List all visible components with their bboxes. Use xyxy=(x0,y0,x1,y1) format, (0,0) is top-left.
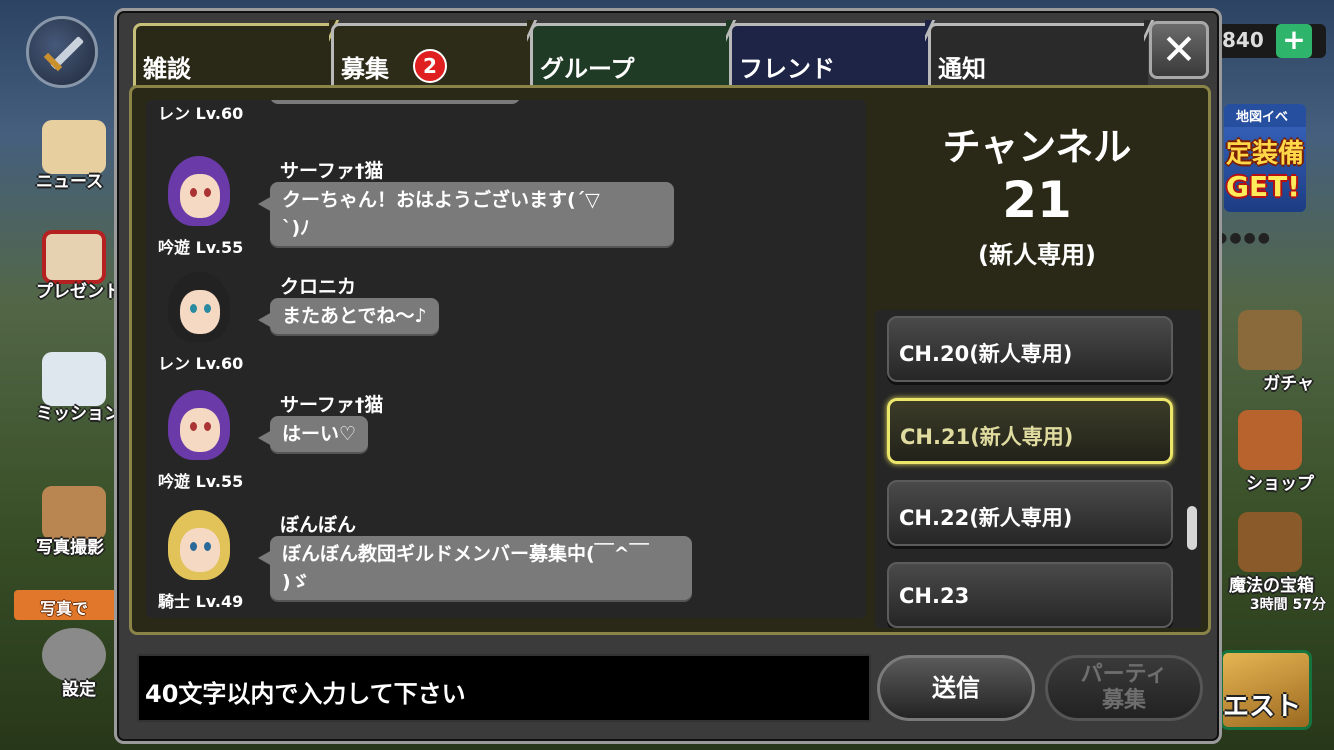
message-input[interactable]: 40文字以内で入力して下さい xyxy=(137,654,871,722)
photo-strip[interactable]: 写真で xyxy=(14,590,118,620)
party-label-line2: 募集 xyxy=(1101,688,1146,713)
tab-chat-label: 雑談 xyxy=(143,55,191,83)
add-coins-button[interactable]: + xyxy=(1276,24,1312,58)
user-class-level: 吟遊 Lv.55 xyxy=(158,238,244,257)
settings-button[interactable]: 設定 xyxy=(36,628,116,700)
chat-log[interactable]: レン Lv.60 吟遊 Lv.55 サーファ†猫 クーちゃん！おはようございます… xyxy=(146,100,866,618)
event-banner[interactable]: 地図イベ 定装備 GET! xyxy=(1224,104,1306,212)
sword-icon[interactable] xyxy=(26,16,98,88)
message-text-line1: ぼんぼん教団ギルドメンバー募集中(￣^￣ xyxy=(282,543,649,565)
tab-recruit-label: 募集 xyxy=(341,55,389,83)
message-bubble: クーちゃん！おはようございます(´▽ `)ﾉ xyxy=(258,182,674,246)
channel-list[interactable]: CH.20(新人専用) CH.21(新人専用) CH.22(新人専用) CH.2… xyxy=(875,310,1201,628)
message-bubble: またあとでね〜♪ xyxy=(258,298,439,334)
message-text-line1: はーい♡ xyxy=(282,423,357,445)
chat-dialog: 雑談 募集 2 グループ フレンド 通知 ✕ レン Lv.60 吟遊 Lv.55 … xyxy=(114,8,1222,744)
user-avatar[interactable] xyxy=(168,510,230,580)
close-icon[interactable]: ✕ xyxy=(1149,21,1209,79)
coin-value: 840 xyxy=(1222,28,1264,52)
chest-icon xyxy=(1238,512,1302,572)
gift-icon xyxy=(42,230,106,284)
message-text-line2: )ゞ xyxy=(282,571,310,593)
quest-button[interactable]: エスト xyxy=(1220,650,1312,730)
present-label: プレゼント xyxy=(36,282,121,302)
tab-notice-label: 通知 xyxy=(938,55,986,83)
tab-notice[interactable]: 通知 xyxy=(928,23,1148,87)
shop-icon xyxy=(1238,410,1302,470)
channel-scrollbar[interactable] xyxy=(1187,506,1197,550)
message-bubble: ぼんぼん教団ギルドメンバー募集中(￣^￣ )ゞ xyxy=(258,536,692,600)
message-input-placeholder: 40文字以内で入力して下さい xyxy=(145,680,466,708)
channel-note: (新人専用) xyxy=(978,241,1096,269)
user-name: ぼんぼん xyxy=(280,514,357,536)
tab-friend[interactable]: フレンド xyxy=(729,23,929,87)
channel-item[interactable]: CH.22(新人専用) xyxy=(887,480,1173,546)
party-label-line1: パーティ xyxy=(1080,662,1168,687)
news-label: ニュース xyxy=(36,172,104,192)
camera-icon xyxy=(42,486,106,540)
tab-group[interactable]: グループ xyxy=(530,23,730,87)
event-mid-text: 定装備 xyxy=(1226,139,1305,169)
chest-button[interactable]: 魔法の宝箱 xyxy=(1224,512,1314,596)
event-get-text: GET! xyxy=(1226,170,1300,203)
chat-panel: レン Lv.60 吟遊 Lv.55 サーファ†猫 クーちゃん！おはようございます… xyxy=(129,85,1211,635)
tab-group-label: グループ xyxy=(540,55,635,83)
tab-recruit[interactable]: 募集 2 xyxy=(331,23,531,87)
quill-icon xyxy=(42,352,106,406)
gacha-icon xyxy=(1238,310,1302,370)
user-avatar[interactable] xyxy=(168,272,230,342)
channel-header: チャンネル 21 (新人専用) xyxy=(872,116,1202,270)
channel-title: チャンネル xyxy=(942,125,1132,169)
left-side-menu: ニュース プレゼント ミッション 写真撮影 写真で 設定 xyxy=(0,0,130,750)
gear-icon xyxy=(42,628,106,682)
tab-chat[interactable]: 雑談 xyxy=(133,23,333,87)
shop-button[interactable]: ショップ xyxy=(1224,410,1314,494)
banner-pager-dots: ●●●● xyxy=(1215,230,1272,246)
mission-label: ミッション xyxy=(36,404,121,424)
party-recruit-button[interactable]: パーティ 募集 xyxy=(1045,655,1203,721)
chest-label: 魔法の宝箱 xyxy=(1229,576,1314,596)
mission-button[interactable]: ミッション xyxy=(36,352,121,424)
news-button[interactable]: ニュース xyxy=(36,120,116,192)
recruit-count-badge: 2 xyxy=(413,49,447,83)
gacha-label: ガチャ xyxy=(1263,374,1314,394)
send-button[interactable]: 送信 xyxy=(877,655,1035,721)
user-avatar[interactable] xyxy=(168,156,230,226)
event-top-text: 地図イベ xyxy=(1224,104,1306,127)
message-text-line2: `)ﾉ xyxy=(282,217,310,239)
gacha-button[interactable]: ガチャ xyxy=(1224,310,1314,394)
user-class-level: 吟遊 Lv.55 xyxy=(158,472,244,491)
user-name: サーファ†猫 xyxy=(280,394,384,416)
envelope-icon xyxy=(42,120,106,174)
right-side-menu: 840 + 地図イベ 定装備 GET! ●●●● ガチャ ショップ 魔法の宝箱 … xyxy=(1214,0,1334,750)
shop-label: ショップ xyxy=(1246,474,1314,494)
quest-label: エスト xyxy=(1223,692,1302,722)
previous-user-level: レン Lv.60 xyxy=(158,104,244,123)
user-name: クロニカ xyxy=(280,276,357,298)
message-text-line1: またあとでね〜♪ xyxy=(282,305,427,327)
photo-label: 写真撮影 xyxy=(36,538,104,558)
message-text-line1: クーちゃん！おはようございます(´▽ xyxy=(282,189,600,211)
user-avatar[interactable] xyxy=(168,390,230,460)
channel-item-selected[interactable]: CH.21(新人専用) xyxy=(887,398,1173,464)
user-name: サーファ†猫 xyxy=(280,160,384,182)
present-button[interactable]: プレゼント xyxy=(36,230,121,302)
channel-item[interactable]: CH.23 xyxy=(887,562,1173,628)
photo-button[interactable]: 写真撮影 xyxy=(36,486,116,558)
tab-friend-label: フレンド xyxy=(739,55,835,83)
channel-item[interactable]: CH.20(新人専用) xyxy=(887,316,1173,382)
user-class-level: レン Lv.60 xyxy=(158,354,244,373)
user-class-level: 騎士 Lv.49 xyxy=(158,592,244,611)
message-bubble: はーい♡ xyxy=(257,416,369,452)
chest-timer: 3時間 57分 xyxy=(1249,597,1326,613)
previous-bubble-stub xyxy=(270,100,520,104)
channel-number: 21 xyxy=(1002,171,1072,229)
